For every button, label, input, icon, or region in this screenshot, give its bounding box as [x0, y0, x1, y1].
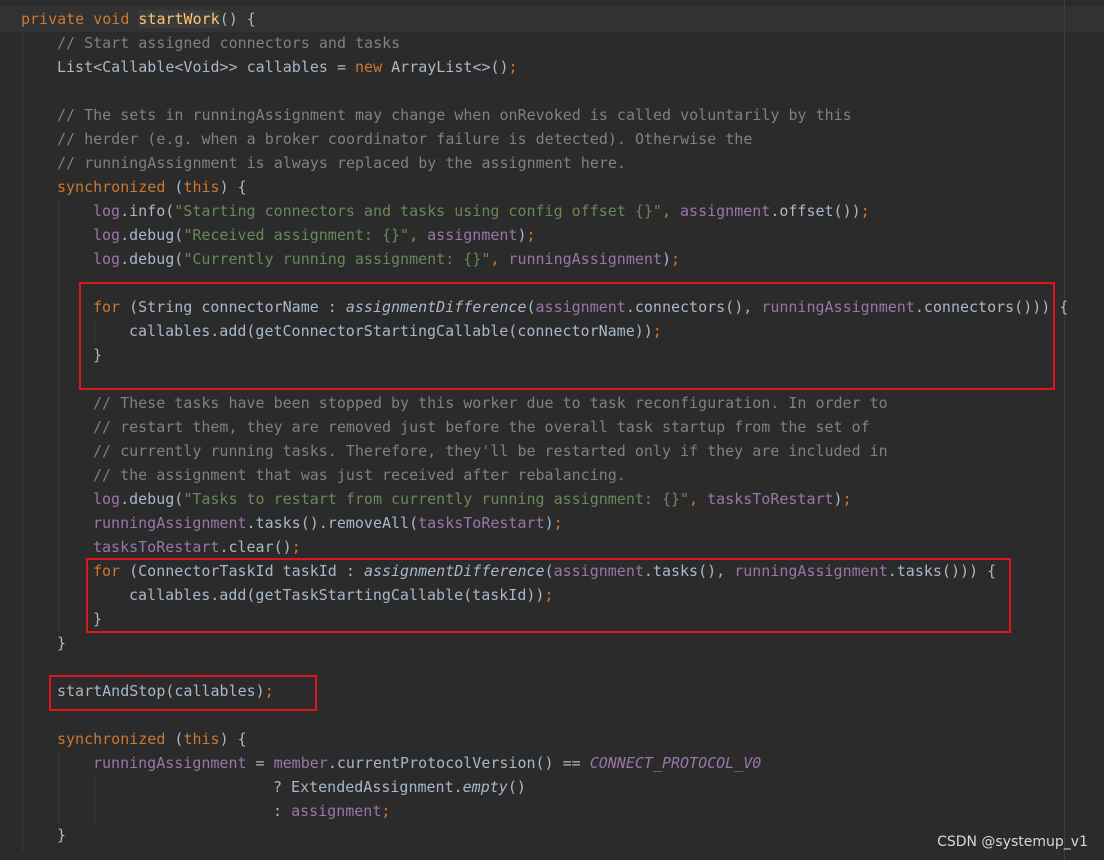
code-text: ) [517, 226, 527, 244]
annotation-box-connectors-loop [79, 282, 1055, 390]
code-text: .currentProtocolVersion() == [327, 754, 590, 772]
method-name: startWork [138, 10, 220, 28]
code-editor[interactable]: private void startWork() { // Start assi… [0, 0, 1104, 860]
code-line-synchronized[interactable]: synchronized (this) { [57, 175, 247, 199]
method-call: empty [462, 778, 508, 796]
code-comment[interactable]: // the assignment that was just received… [93, 463, 626, 487]
field: assignment [680, 202, 771, 220]
keyword: this [183, 178, 220, 196]
code-comment[interactable]: // herder (e.g. when a broker coordinato… [57, 127, 752, 151]
code-text: ) [661, 250, 671, 268]
code-line[interactable]: tasksToRestart.clear(); [93, 535, 301, 559]
code-text: .clear() [219, 538, 292, 556]
field: log [93, 490, 121, 508]
code-comment[interactable]: // The sets in runningAssignment may cha… [57, 103, 852, 127]
keyword: private void [21, 10, 139, 28]
code-text: List<Callable<Void>> callables = [57, 58, 356, 76]
field: member [273, 754, 328, 772]
field: runningAssignment [508, 250, 662, 268]
code-text: .offset()) [770, 202, 861, 220]
code-line[interactable]: log.debug("Tasks to restart from current… [93, 487, 852, 511]
code-comment[interactable]: // runningAssignment is always replaced … [57, 151, 626, 175]
code-line[interactable]: log.info("Starting connectors and tasks … [93, 199, 870, 223]
code-text: , [409, 226, 428, 244]
code-line[interactable]: ? ExtendedAssignment.empty() [273, 775, 526, 799]
indent-guide [58, 200, 59, 632]
code-text: ) { [219, 730, 247, 748]
keyword: synchronized [57, 730, 166, 748]
annotation-box-tasks-loop [86, 558, 1011, 633]
code-brace[interactable]: } [57, 823, 66, 847]
field: tasksToRestart [418, 514, 545, 532]
semicolon: ; [842, 490, 852, 508]
code-text: .tasks().removeAll( [246, 514, 419, 532]
code-text: = [246, 754, 274, 772]
indent-guide [22, 32, 23, 852]
semicolon: ; [553, 514, 563, 532]
semicolon: ; [508, 58, 518, 76]
code-text: ) [833, 490, 843, 508]
code-text: .debug( [120, 490, 184, 508]
code-text: : [273, 802, 292, 820]
field: assignment [427, 226, 518, 244]
code-line[interactable]: List<Callable<Void>> callables = new Arr… [57, 55, 518, 79]
keyword: new [355, 58, 383, 76]
field: runningAssignment [93, 514, 247, 532]
code-text: ? ExtendedAssignment. [273, 778, 463, 796]
code-line[interactable]: runningAssignment.tasks().removeAll(task… [93, 511, 563, 535]
code-text: , [661, 202, 681, 220]
constant: CONNECT_PROTOCOL_V0 [589, 754, 762, 772]
semicolon: ; [860, 202, 870, 220]
code-text: , [490, 250, 509, 268]
code-text: ArrayList<>() [382, 58, 509, 76]
indent-guide [94, 776, 95, 824]
code-line-synchronized[interactable]: synchronized (this) { [57, 727, 247, 751]
keyword: synchronized [57, 178, 166, 196]
code-line[interactable]: : assignment; [273, 799, 390, 823]
code-comment[interactable]: // currently running tasks. Therefore, t… [93, 439, 888, 463]
watermark: CSDN @systemup_v1 [937, 834, 1088, 850]
code-comment[interactable]: // Start assigned connectors and tasks [57, 31, 400, 55]
code-line[interactable]: log.debug("Received assignment: {}", ass… [93, 223, 536, 247]
field: runningAssignment [93, 754, 247, 772]
indent-guide [58, 752, 59, 824]
code-text: ( [165, 178, 184, 196]
code-comment[interactable]: // These tasks have been stopped by this… [93, 391, 888, 415]
annotation-box-start-and-stop [49, 675, 317, 711]
string-literal: "Tasks to restart from currently running… [183, 490, 690, 508]
semicolon: ; [291, 538, 301, 556]
semicolon: ; [381, 802, 391, 820]
field: log [93, 226, 121, 244]
code-comment[interactable]: // restart them, they are removed just b… [93, 415, 870, 439]
string-literal: "Starting connectors and tasks using con… [174, 202, 662, 220]
string-literal: "Received assignment: {}" [183, 226, 410, 244]
code-text: .debug( [120, 250, 184, 268]
field: log [93, 250, 121, 268]
code-line[interactable]: log.debug("Currently running assignment:… [93, 247, 680, 271]
semicolon: ; [526, 226, 536, 244]
string-literal: "Currently running assignment: {}" [183, 250, 491, 268]
field: assignment [291, 802, 382, 820]
field: log [93, 202, 121, 220]
code-text: .info( [120, 202, 175, 220]
code-text: , [689, 490, 708, 508]
code-text: .debug( [120, 226, 184, 244]
code-text: () { [219, 10, 256, 28]
semicolon: ; [670, 250, 681, 268]
keyword: this [183, 730, 220, 748]
field: tasksToRestart [707, 490, 834, 508]
right-margin-guide [1064, 0, 1065, 860]
code-text: () [507, 778, 526, 796]
code-text: ) { [219, 178, 247, 196]
code-brace[interactable]: } [57, 631, 66, 655]
code-text: ( [165, 730, 184, 748]
field: tasksToRestart [93, 538, 220, 556]
code-line-method-signature[interactable]: private void startWork() { [21, 7, 256, 31]
code-text: ) [544, 514, 554, 532]
code-line[interactable]: runningAssignment = member.currentProtoc… [93, 751, 761, 775]
